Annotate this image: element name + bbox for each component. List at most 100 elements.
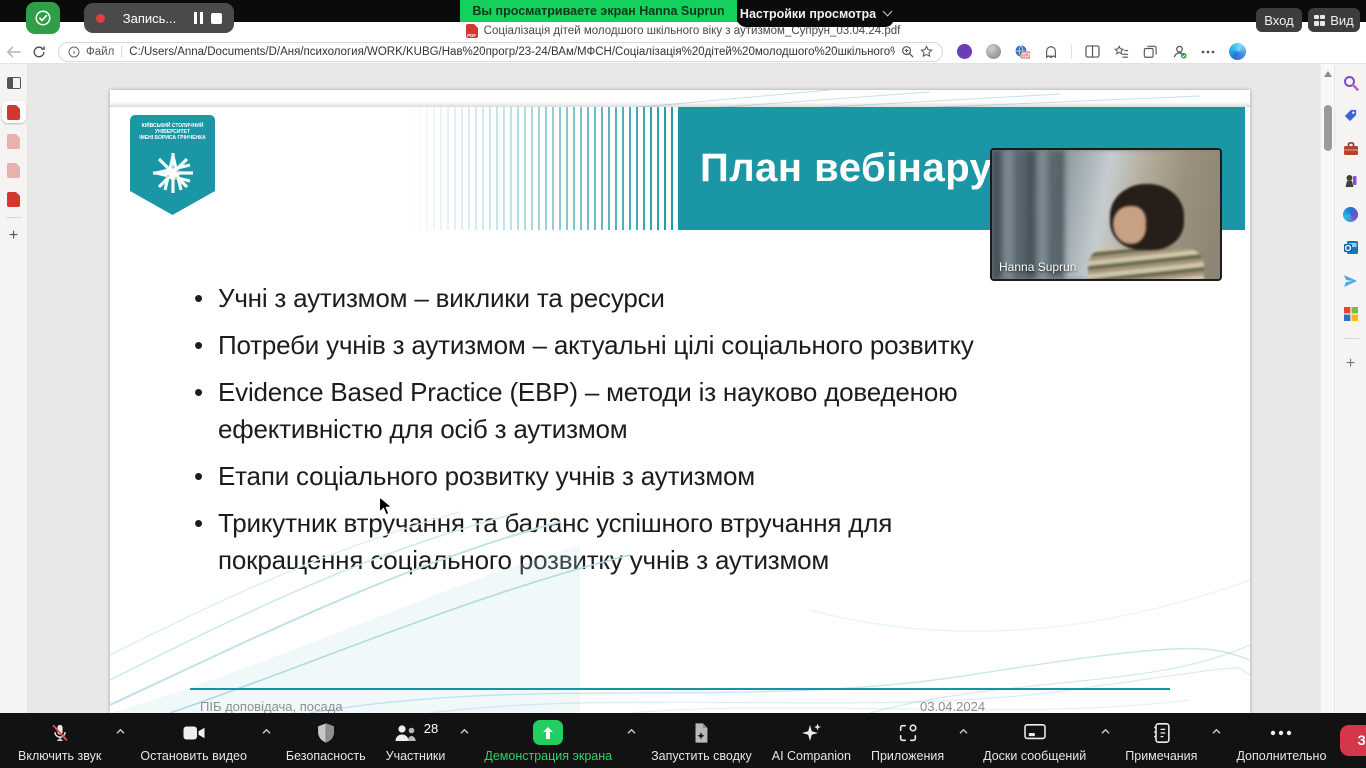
participants-button[interactable]: 28 Участники bbox=[380, 717, 452, 765]
tab-actions-button[interactable] bbox=[2, 72, 26, 94]
slide-footer-date: 03.04.2024 bbox=[920, 699, 985, 713]
stop-video-button[interactable]: Остановить видео bbox=[134, 717, 253, 765]
whiteboard-icon bbox=[1023, 721, 1047, 745]
zoom-bottom-toolbar: Включить звук Остановить видео Безопасно… bbox=[0, 713, 1366, 768]
share-screen-button[interactable]: Демонстрация экрана bbox=[478, 717, 618, 765]
collections-icon[interactable] bbox=[1141, 43, 1159, 61]
participant-name-label: Hanna Suprun bbox=[999, 260, 1076, 274]
participants-icon bbox=[393, 722, 419, 744]
slide-title: План вебінару bbox=[680, 146, 992, 191]
ghost-extension-icon[interactable] bbox=[1042, 43, 1060, 61]
bullet-item: Evidence Based Practice (EBP) – методи і… bbox=[192, 374, 1237, 448]
translator-extension-icon[interactable] bbox=[955, 43, 973, 61]
copilot-icon[interactable] bbox=[1228, 43, 1246, 61]
browser-toolbar: Файл | C:/Users/Anna/Documents/D/Аня/пси… bbox=[0, 40, 1366, 64]
toolbox-icon[interactable] bbox=[1342, 140, 1359, 157]
start-summary-button[interactable]: Запустить сводку bbox=[645, 717, 758, 765]
enter-button[interactable]: Вход bbox=[1256, 8, 1302, 32]
view-settings-dropdown[interactable]: Настройки просмотра bbox=[737, 0, 894, 27]
profile-sphere-icon[interactable] bbox=[984, 43, 1002, 61]
search-icon[interactable] bbox=[1342, 74, 1359, 91]
participant-face bbox=[1113, 206, 1146, 244]
vertical-tab-strip: + bbox=[0, 64, 28, 713]
mouse-cursor bbox=[378, 496, 393, 517]
share-screen-icon bbox=[533, 720, 563, 745]
shopping-icon[interactable] bbox=[1342, 107, 1359, 124]
games-icon[interactable] bbox=[1342, 173, 1359, 190]
translate-us-icon[interactable]: US bbox=[1013, 43, 1031, 61]
pause-recording-icon[interactable] bbox=[194, 12, 203, 24]
mic-muted-icon bbox=[49, 721, 71, 745]
whiteboards-chevron[interactable] bbox=[1100, 719, 1111, 743]
profile-synced-icon[interactable] bbox=[1170, 43, 1188, 61]
sidebar-add-icon[interactable]: + bbox=[1342, 355, 1359, 372]
refresh-button[interactable] bbox=[26, 45, 52, 59]
unmute-button[interactable]: Включить звук bbox=[12, 717, 107, 765]
address-scheme: Файл bbox=[86, 46, 114, 58]
outlook-icon[interactable] bbox=[1342, 239, 1359, 256]
share-screen-chevron[interactable] bbox=[626, 719, 637, 743]
slide-footer-line bbox=[190, 688, 1170, 690]
address-url: C:/Users/Anna/Documents/D/Аня/психология… bbox=[129, 46, 895, 58]
new-tab-button[interactable]: + bbox=[2, 225, 26, 247]
browser-more-menu-icon[interactable] bbox=[1199, 43, 1217, 61]
split-screen-icon[interactable] bbox=[1083, 43, 1101, 61]
screen-share-banner: Вы просматриваете экран Hanna Suprun bbox=[460, 0, 737, 22]
tab-pdf-3[interactable] bbox=[2, 159, 26, 181]
chevron-down-icon bbox=[883, 7, 893, 17]
recording-dot-icon bbox=[96, 14, 105, 23]
slide-footer-author: ПІБ доповідача, посада bbox=[200, 699, 343, 713]
favorites-list-icon[interactable] bbox=[1112, 43, 1130, 61]
extensions-row: US bbox=[955, 43, 1246, 61]
messenger-icon[interactable] bbox=[1342, 272, 1359, 289]
recording-pill: Запись... bbox=[84, 3, 234, 33]
address-bar[interactable]: Файл | C:/Users/Anna/Documents/D/Аня/пси… bbox=[58, 42, 943, 62]
grid-view-icon bbox=[1314, 15, 1325, 26]
header-stripes bbox=[405, 107, 680, 230]
security-button[interactable]: Безопасность bbox=[280, 717, 372, 765]
participants-chevron[interactable] bbox=[459, 719, 470, 743]
end-meeting-button[interactable]: Завершение bbox=[1340, 725, 1366, 756]
svg-text:US: US bbox=[1022, 52, 1028, 57]
bullet-item: Потреби учнів з аутизмом – актуальні ціл… bbox=[192, 327, 1237, 364]
browser-essentials-icon[interactable] bbox=[1342, 206, 1359, 223]
bullet-item: Учні з аутизмом – виклики та ресурси bbox=[192, 280, 1237, 317]
scroll-up-arrow[interactable] bbox=[1324, 71, 1332, 77]
participant-shirt bbox=[1088, 248, 1204, 281]
more-button[interactable]: Дополнительно bbox=[1230, 717, 1332, 765]
view-button[interactable]: Вид bbox=[1308, 8, 1360, 32]
notes-button[interactable]: Примечания bbox=[1119, 717, 1203, 765]
summary-doc-icon bbox=[691, 721, 711, 745]
more-dots-icon bbox=[1270, 721, 1292, 745]
stop-recording-icon[interactable] bbox=[211, 13, 222, 24]
zoom-in-icon[interactable] bbox=[901, 45, 914, 58]
info-icon[interactable] bbox=[68, 46, 80, 58]
slide-bullet-list: Учні з аутизмом – виклики та ресурси Пот… bbox=[192, 280, 1237, 589]
apps-chevron[interactable] bbox=[958, 719, 969, 743]
apps-icon bbox=[897, 721, 919, 745]
camera-icon bbox=[182, 721, 206, 745]
bullet-item: Трикутник втручання та баланс успішного … bbox=[192, 505, 1237, 579]
whiteboards-button[interactable]: Доски сообщений bbox=[977, 717, 1092, 765]
notes-chevron[interactable] bbox=[1211, 719, 1222, 743]
participants-count: 28 bbox=[424, 721, 438, 736]
tab-pdf-4[interactable] bbox=[2, 188, 26, 210]
recording-label: Запись... bbox=[113, 11, 186, 26]
microsoft-365-icon[interactable] bbox=[1342, 305, 1359, 322]
edge-sidebar: + bbox=[1334, 64, 1366, 713]
tab-pdf-2[interactable] bbox=[2, 130, 26, 152]
scrollbar-thumb[interactable] bbox=[1324, 105, 1332, 151]
security-shield-icon[interactable] bbox=[26, 2, 60, 34]
favorite-star-icon[interactable] bbox=[920, 45, 933, 58]
back-button[interactable] bbox=[0, 46, 26, 58]
apps-button[interactable]: Приложения bbox=[865, 717, 950, 765]
logo-starburst-icon bbox=[149, 149, 197, 197]
unmute-chevron[interactable] bbox=[115, 719, 126, 743]
webcam-overlay[interactable]: Hanna Suprun bbox=[990, 148, 1222, 281]
ai-companion-button[interactable]: AI Companion bbox=[766, 717, 857, 765]
stop-video-chevron[interactable] bbox=[261, 719, 272, 743]
tab-pdf-active[interactable] bbox=[2, 101, 26, 123]
ai-sparkle-icon bbox=[799, 721, 823, 745]
pdf-scrollbar[interactable] bbox=[1320, 64, 1334, 713]
notes-icon bbox=[1152, 721, 1171, 745]
